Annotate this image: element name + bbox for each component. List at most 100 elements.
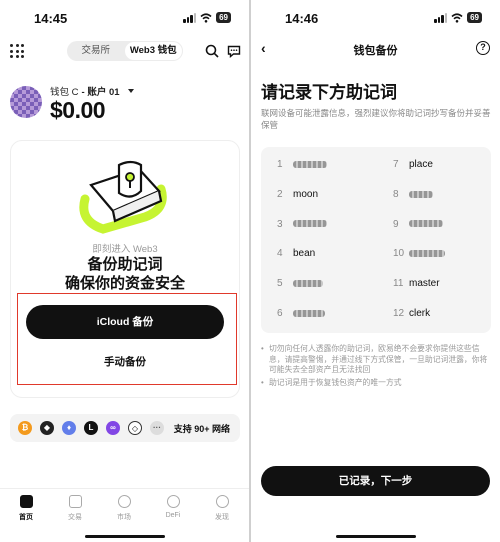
home-indicator: [84, 535, 165, 538]
backup-heading-line-1: 备份助记词: [87, 256, 163, 273]
supported-networks-row[interactable]: ₿ ◆ ♦ L ∞ ◇ ··· 支持 90+ 网络: [10, 414, 240, 442]
mnemonic-word-text: place: [409, 159, 433, 170]
drop-icon: ◇: [128, 421, 142, 435]
discover-icon: [215, 495, 229, 508]
wallet-backup-screen: 14:46 69 ‹ 钱包备份 ? 请记录下方助记词 联网设备可能泄露信息，强烈…: [251, 0, 500, 542]
wallet-shield-illustration: [79, 160, 167, 234]
status-time: 14:46: [285, 11, 319, 26]
status-bar: 14:46 69: [251, 0, 500, 36]
wallet-selector[interactable]: 钱包 C - 账户 01: [50, 84, 134, 98]
mnemonic-index: 12: [393, 308, 405, 319]
page-title: 请记录下方助记词: [261, 83, 397, 102]
nav-defi[interactable]: DeFi: [155, 495, 191, 519]
mnemonic-index: 5: [277, 278, 283, 290]
blurred-word: [409, 220, 443, 228]
status-icons: 69: [183, 12, 231, 23]
status-icons: 69: [434, 12, 482, 23]
manual-backup-button[interactable]: 手动备份: [26, 349, 224, 375]
layer2-icon: L: [84, 421, 98, 435]
wallet-home-screen: 14:45 69 交易所 Web3 钱包 钱包 C - 账户 01 $0.00: [0, 0, 249, 542]
bnb-icon: ◆: [40, 421, 54, 435]
mode-switcher: 交易所 Web3 钱包: [67, 41, 183, 61]
mnemonic-word: 11 master: [393, 278, 440, 292]
backup-heading: 备份助记词 确保你的资金安全: [11, 255, 239, 293]
account-name: - 账户 01: [81, 87, 120, 98]
balance-amount: $0.00: [50, 97, 106, 123]
mnemonic-index: 2: [277, 188, 283, 200]
mnemonic-index: 4: [277, 248, 283, 260]
blurred-word: [293, 220, 327, 228]
nav-trade[interactable]: 交易: [57, 495, 93, 522]
mnemonic-index: 8: [393, 188, 399, 200]
blurred-word: [409, 250, 445, 258]
mnemonic-index: 11: [393, 278, 404, 290]
nav-market[interactable]: 市场: [106, 495, 142, 522]
mnemonic-word: 7 place: [393, 159, 433, 173]
home-icon: [19, 495, 33, 508]
wallet-name: 钱包 C: [50, 87, 79, 98]
mnemonic-word: 2 moon: [277, 189, 318, 203]
nav-home-label: 首页: [19, 514, 33, 521]
wifi-icon: [200, 12, 212, 23]
tab-web3-wallet[interactable]: Web3 钱包: [124, 42, 182, 60]
battery-icon: 69: [216, 12, 231, 23]
avatar[interactable]: [10, 86, 42, 118]
blurred-word: [293, 160, 327, 168]
page-description: 联网设备可能泄露信息，强烈建议你将助记词抄写备份并妥善保管: [261, 108, 491, 130]
wifi-icon: [451, 12, 463, 23]
icloud-backup-button[interactable]: iCloud 备份: [26, 305, 224, 339]
mnemonic-word: 3: [277, 219, 327, 233]
warning-item: 切勿向任何人透露你的助记词，欧易绝不会要求你提供这些信息，请提高警惕，并通过线下…: [261, 344, 493, 376]
nav-discover[interactable]: 发现: [204, 495, 240, 522]
mnemonic-grid: 1 2 moon 3 4 bean 5 6 7 place 8 9 10 11 master 12 clerk: [261, 147, 491, 333]
mnemonic-index: 9: [393, 218, 399, 230]
status-bar: 14:45 69: [0, 0, 249, 36]
signal-icon: [434, 12, 448, 23]
backup-heading-line-2: 确保你的资金安全: [64, 275, 185, 292]
message-icon[interactable]: [227, 44, 241, 58]
nav-market-label: 市场: [117, 514, 131, 521]
mnemonic-word: 1: [277, 159, 327, 173]
nav-defi-label: DeFi: [165, 512, 181, 519]
nav-title: 钱包备份: [353, 45, 398, 57]
mnemonic-word-text: bean: [293, 248, 316, 260]
mnemonic-word: 8: [393, 189, 433, 203]
tab-exchange[interactable]: 交易所: [67, 42, 125, 60]
top-bar: 交易所 Web3 钱包: [0, 36, 249, 66]
signal-icon: [183, 12, 197, 23]
nav-discover-label: 发现: [215, 514, 229, 521]
help-icon[interactable]: ?: [476, 41, 490, 55]
networks-label: 支持 90+ 网络: [173, 424, 230, 434]
mnemonic-word-text: moon: [293, 188, 319, 200]
mnemonic-word-text: master: [409, 278, 440, 290]
bottom-nav: 首页 交易 市场 DeFi 发现: [0, 488, 249, 542]
ethereum-icon: ♦: [62, 421, 76, 435]
mnemonic-index: 6: [277, 308, 283, 319]
battery-icon: 69: [467, 12, 482, 23]
caret-down-icon: [127, 89, 134, 93]
search-icon[interactable]: [205, 44, 219, 58]
mnemonic-word: 4 bean: [277, 248, 315, 262]
defi-icon: [166, 495, 180, 508]
backup-subtitle: 即刻进入 Web3: [92, 244, 158, 255]
warning-list: 切勿向任何人透露你的助记词，欧易绝不会要求你提供这些信息，请提高警惕，并通过线下…: [261, 344, 493, 390]
mnemonic-index: 10: [393, 248, 405, 260]
trade-icon: [68, 495, 82, 508]
market-icon: [117, 495, 131, 508]
blurred-word: [293, 280, 323, 288]
next-button[interactable]: 已记录，下一步: [261, 466, 490, 496]
blurred-word: [409, 190, 433, 198]
warning-item: 助记词是用于恢复钱包资产的唯一方式: [261, 378, 493, 389]
mnemonic-word-text: clerk: [409, 308, 431, 319]
polygon-icon: ∞: [106, 421, 120, 435]
status-time: 14:45: [34, 11, 68, 26]
mnemonic-word: 5: [277, 278, 323, 292]
mnemonic-index: 3: [277, 218, 283, 230]
mnemonic-word: 12 clerk: [393, 308, 430, 322]
nav-home[interactable]: 首页: [8, 495, 44, 522]
nav-trade-label: 交易: [68, 514, 82, 521]
apps-grid-icon[interactable]: [10, 44, 24, 58]
blurred-word: [293, 309, 325, 317]
mnemonic-index: 1: [277, 159, 283, 170]
home-indicator: [335, 535, 416, 538]
